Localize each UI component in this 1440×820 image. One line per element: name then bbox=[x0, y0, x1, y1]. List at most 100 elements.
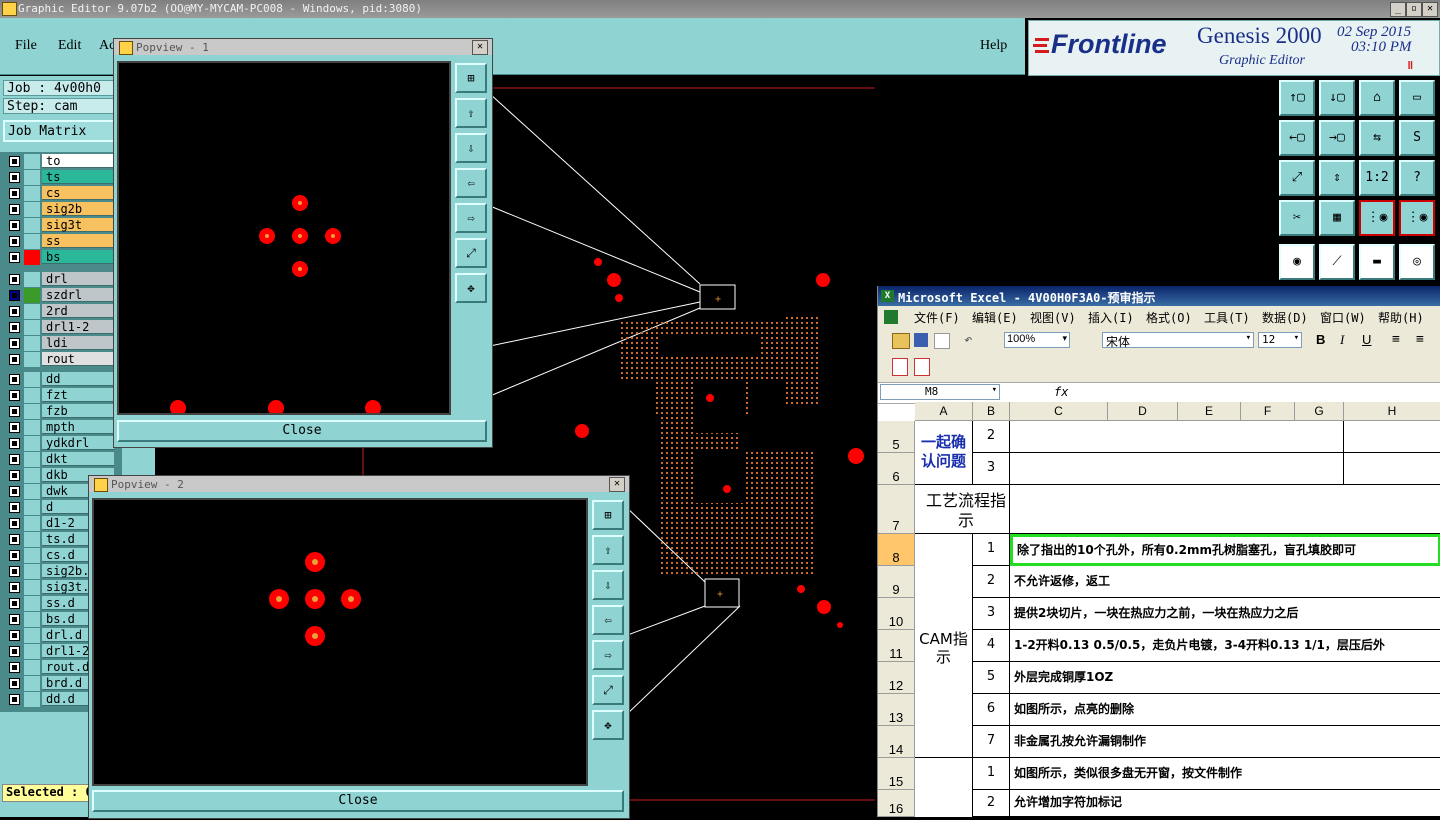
layer-checkbox[interactable] bbox=[9, 204, 20, 215]
popview-2-close-icon[interactable]: ✕ bbox=[609, 477, 625, 492]
align-center-icon[interactable]: ≡ bbox=[1416, 332, 1424, 347]
layer-color-swatch[interactable] bbox=[24, 388, 40, 403]
excel-menu-8[interactable]: 帮助(H) bbox=[1378, 309, 1424, 326]
layer-checkbox[interactable] bbox=[9, 306, 20, 317]
item-text-cell[interactable]: 允许增加字符加标记 bbox=[1010, 790, 1440, 817]
save-icon[interactable] bbox=[914, 333, 928, 347]
layer-color-swatch[interactable] bbox=[24, 596, 40, 611]
layer-checkbox[interactable] bbox=[9, 322, 20, 333]
minimize-button[interactable]: _ bbox=[1390, 2, 1406, 17]
layer-row-2rd[interactable]: 2rd bbox=[6, 304, 114, 319]
layer-color-swatch[interactable] bbox=[24, 660, 40, 675]
item-number-cell[interactable]: 7 bbox=[973, 726, 1010, 758]
layer-checkbox[interactable] bbox=[9, 188, 20, 199]
layer-color-swatch[interactable] bbox=[24, 234, 40, 249]
permission-icon[interactable] bbox=[934, 333, 950, 349]
row-header-6[interactable]: 6 bbox=[878, 453, 915, 485]
layer-checkbox[interactable] bbox=[9, 220, 20, 231]
popview-2-canvas[interactable] bbox=[92, 498, 588, 786]
confirm-label-cell[interactable]: 一起确认问题 bbox=[915, 421, 973, 485]
zoom-select[interactable]: 100% ▾ bbox=[1004, 332, 1070, 348]
layer-color-swatch[interactable] bbox=[24, 352, 40, 367]
popview-1-pan-down-icon[interactable]: ⇩ bbox=[455, 133, 487, 163]
column-header-A[interactable]: A bbox=[915, 402, 973, 421]
tool-r1-0-icon[interactable]: ↑▢ bbox=[1279, 80, 1315, 116]
tool-r2-2-icon[interactable]: ⇆ bbox=[1359, 120, 1395, 156]
column-header-C[interactable]: C bbox=[1010, 402, 1108, 421]
popview-2-zoom-home-icon[interactable]: ⊞ bbox=[592, 500, 624, 530]
layer-color-swatch[interactable] bbox=[24, 272, 40, 287]
item-text-cell[interactable]: 提供2块切片，一块在热应力之前，一块在热应力之后 bbox=[1010, 598, 1440, 630]
item-text-cell[interactable]: 如图所示，类似很多盘无开窗，按文件制作 bbox=[1010, 758, 1440, 790]
column-header-G[interactable]: G bbox=[1295, 402, 1344, 421]
excel-menu-0[interactable]: 文件(F) bbox=[914, 309, 960, 326]
popview-2-zoom-icon[interactable]: ✥ bbox=[592, 710, 624, 740]
tool-r4-3-icon[interactable]: ⋮◉ bbox=[1399, 200, 1435, 236]
popview-1-zoom-icon[interactable]: ✥ bbox=[455, 273, 487, 303]
layer-checkbox[interactable] bbox=[9, 614, 20, 625]
undo-icon[interactable]: ↶ bbox=[964, 332, 972, 348]
layer-checkbox[interactable] bbox=[9, 582, 20, 593]
italic-icon[interactable]: I bbox=[1340, 332, 1344, 348]
layer-checkbox[interactable] bbox=[9, 236, 20, 247]
layer-color-swatch[interactable] bbox=[24, 484, 40, 499]
layer-name[interactable]: ss bbox=[42, 234, 114, 248]
layer-color-swatch[interactable] bbox=[24, 304, 40, 319]
layer-checkbox[interactable] bbox=[9, 662, 20, 673]
layer-name[interactable]: 2rd bbox=[42, 304, 114, 318]
fontsize-select[interactable]: 12 ▾ bbox=[1258, 332, 1302, 348]
layer-name[interactable]: dkt bbox=[42, 452, 114, 466]
pdf-mail-icon[interactable] bbox=[914, 358, 930, 376]
item-number-cell[interactable]: 1 bbox=[973, 758, 1010, 790]
layer-color-swatch[interactable] bbox=[24, 564, 40, 579]
layer-checkbox[interactable] bbox=[9, 518, 20, 529]
popview-1-pan-right-icon[interactable]: ⇨ bbox=[455, 203, 487, 233]
popview-1-close-button[interactable]: Close bbox=[117, 420, 487, 442]
layer-color-swatch[interactable] bbox=[24, 516, 40, 531]
tool-r5-2-icon[interactable]: ▬ bbox=[1359, 244, 1395, 280]
maximize-button[interactable]: ▫ bbox=[1406, 2, 1422, 17]
row-header-12[interactable]: 12 bbox=[878, 662, 915, 694]
tool-r2-1-icon[interactable]: →▢ bbox=[1319, 120, 1355, 156]
layer-name[interactable]: sig2b bbox=[42, 202, 114, 216]
tool-r3-0-icon[interactable]: ⤢ bbox=[1279, 160, 1315, 196]
item-text-cell[interactable]: 外层完成铜厚1OZ bbox=[1010, 662, 1440, 694]
row-header-8[interactable]: 8 bbox=[878, 534, 915, 566]
tool-r1-3-icon[interactable]: ▭ bbox=[1399, 80, 1435, 116]
layer-name[interactable]: rout bbox=[42, 352, 114, 366]
row-header-16[interactable]: 16 bbox=[878, 790, 915, 817]
popview-1-pan-up-icon[interactable]: ⇧ bbox=[455, 98, 487, 128]
empty-cell[interactable] bbox=[1344, 453, 1440, 485]
layer-checkbox[interactable] bbox=[9, 354, 20, 365]
layer-checkbox[interactable] bbox=[9, 338, 20, 349]
column-header-H[interactable]: H bbox=[1344, 402, 1440, 421]
layer-checkbox[interactable] bbox=[9, 566, 20, 577]
layer-color-swatch[interactable] bbox=[24, 186, 40, 201]
layer-row-sig3t[interactable]: sig3t bbox=[6, 218, 114, 233]
layer-color-swatch[interactable] bbox=[24, 436, 40, 451]
layer-color-swatch[interactable] bbox=[24, 250, 40, 265]
layer-checkbox[interactable] bbox=[9, 486, 20, 497]
layer-checkbox[interactable] bbox=[9, 438, 20, 449]
item-number-cell[interactable]: 1 bbox=[973, 534, 1010, 566]
layer-name[interactable]: fzb bbox=[42, 404, 114, 418]
item-number-cell[interactable]: 2 bbox=[973, 790, 1010, 817]
active-cell[interactable]: 除了指出的10个孔外，所有0.2mm孔树脂塞孔，盲孔填胶即可 bbox=[1010, 534, 1440, 566]
tool-r2-0-icon[interactable]: ←▢ bbox=[1279, 120, 1315, 156]
layer-checkbox[interactable] bbox=[9, 646, 20, 657]
column-header-D[interactable]: D bbox=[1108, 402, 1178, 421]
row-header-7[interactable]: 7 bbox=[878, 485, 915, 534]
row-header-10[interactable]: 10 bbox=[878, 598, 915, 630]
layer-name[interactable]: drl1-2 bbox=[42, 320, 114, 334]
empty-cell[interactable] bbox=[1344, 421, 1440, 453]
layer-name[interactable]: ts bbox=[42, 170, 114, 184]
column-header-F[interactable]: F bbox=[1241, 402, 1295, 421]
layer-color-swatch[interactable] bbox=[24, 500, 40, 515]
layer-checkbox[interactable] bbox=[9, 390, 20, 401]
layer-row-dd[interactable]: dd bbox=[6, 372, 114, 387]
empty-cell[interactable] bbox=[1010, 485, 1440, 534]
tool-r2-3-icon[interactable]: S bbox=[1399, 120, 1435, 156]
layer-color-swatch[interactable] bbox=[24, 336, 40, 351]
layer-name[interactable]: ldi bbox=[42, 336, 114, 350]
row-header-9[interactable]: 9 bbox=[878, 566, 915, 598]
